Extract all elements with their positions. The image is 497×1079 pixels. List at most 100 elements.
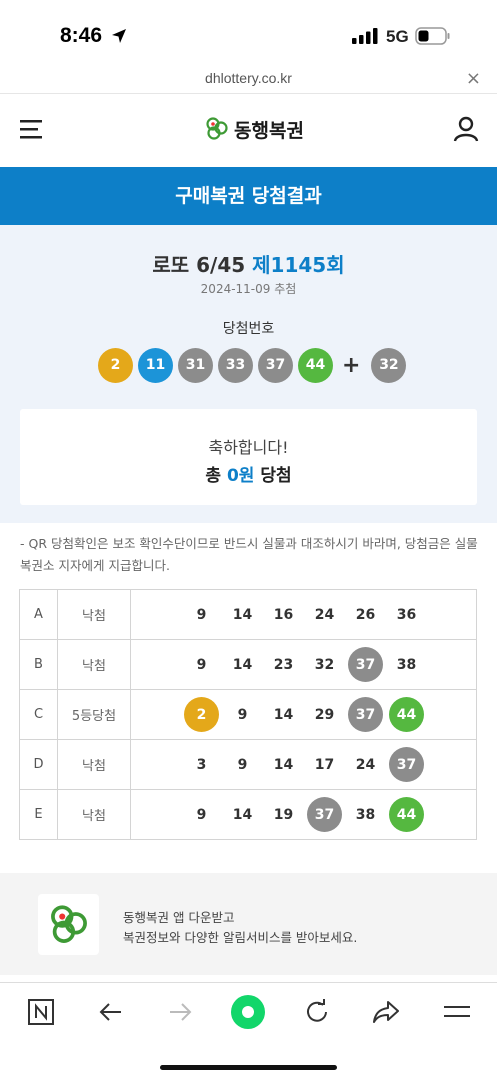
ticket-row: B 낙첨 9 14 23 32 37 38 [19, 639, 477, 690]
ticket-number: 38 [355, 806, 376, 823]
ticket-number: 24 [355, 756, 376, 773]
total-amount: 0원 [226, 466, 255, 486]
location-arrow-icon [112, 29, 126, 43]
home-indicator[interactable] [160, 1065, 337, 1070]
home-green-icon[interactable] [230, 994, 266, 1030]
ticket-number: 14 [232, 606, 253, 623]
total-suffix: 당첨 [260, 466, 292, 486]
app-icon[interactable] [38, 894, 99, 955]
close-icon[interactable]: × [466, 68, 481, 89]
ticket-number: 9 [237, 756, 248, 773]
winning-numbers-label: 당첨번호 [222, 321, 275, 337]
ticket-number: 9 [196, 806, 207, 823]
app-download-banner[interactable]: 동행복권 앱 다운받고 복권정보와 다양한 알림서비스를 받아보세요. [0, 873, 497, 975]
ticket-game-label: E [19, 789, 58, 840]
plus-sign: + [342, 352, 361, 378]
ticket-row: A 낙첨 9 14 16 24 26 36 [19, 589, 477, 640]
ticket-number-matched: 2 [184, 697, 219, 732]
ticket-number: 3 [196, 756, 207, 773]
clover-logo-icon [206, 117, 228, 140]
ticket-number: 9 [196, 656, 207, 673]
ticket-number: 38 [396, 656, 417, 673]
ticket-number: 14 [232, 656, 253, 673]
winning-ball: 11 [138, 347, 173, 383]
site-logo[interactable]: 동행복권 [204, 114, 304, 144]
ticket-number: 16 [273, 606, 294, 623]
ticket-number: 14 [232, 806, 253, 823]
ticket-result: 낙첨 [57, 639, 131, 690]
clover-logo-icon [50, 904, 87, 943]
network-type: 5G [386, 27, 409, 46]
back-arrow-icon[interactable] [96, 997, 126, 1027]
ticket-numbers-cell: 9 14 23 32 37 38 [130, 639, 477, 690]
ticket-table: A 낙첨 9 14 16 24 26 36 B 낙첨 9 14 23 32 37 38 C 5등당첨 2 9 14 29 3… [19, 589, 477, 840]
ticket-numbers-cell: 9 14 16 24 26 36 [130, 589, 477, 640]
congrats-text: 축하합니다! [208, 438, 289, 457]
ticket-game-label: B [19, 639, 58, 690]
ticket-number-matched: 37 [348, 697, 383, 732]
ticket-number: 23 [273, 656, 294, 673]
logo-text: 동행복권 [234, 119, 304, 142]
bonus-ball: 32 [371, 347, 407, 383]
ticket-row: D 낙첨 3 9 14 17 24 37 [19, 739, 477, 790]
ticket-number: 9 [237, 706, 248, 723]
ticket-numbers-cell: 9 14 19 37 38 44 [130, 789, 477, 840]
result-summary-card: 축하합니다! 총 0원 당첨 [20, 409, 477, 505]
ticket-row: C 5등당첨 2 9 14 29 37 44 [19, 689, 477, 740]
ticket-number: 32 [314, 656, 335, 673]
total-prefix: 총 [205, 466, 222, 486]
menu-icon[interactable] [442, 997, 472, 1027]
draw-title: 로또 6/45 제1145회 [0, 249, 497, 278]
ticket-number: 14 [273, 756, 294, 773]
ticket-number: 26 [355, 606, 376, 623]
site-header: 동행복권 [0, 94, 497, 166]
url-text[interactable]: dhlottery.co.kr [0, 70, 497, 86]
draw-date: 2024-11-09 추첨 [200, 282, 297, 296]
winning-ball: 37 [258, 347, 293, 383]
refresh-icon[interactable] [302, 997, 332, 1027]
ticket-game-label: D [19, 739, 58, 790]
status-time: 8:46 [60, 24, 103, 47]
app-banner-line1: 동행복권 앱 다운받고 [123, 910, 235, 925]
user-icon[interactable] [453, 116, 479, 142]
winning-ball: 33 [218, 347, 253, 383]
ticket-numbers-cell: 2 9 14 29 37 44 [130, 689, 477, 740]
ticket-number: 19 [273, 806, 294, 823]
total-winnings: 총 0원 당첨 [20, 461, 477, 486]
ticket-number-matched: 44 [389, 797, 424, 832]
page-title: 구매복권 당첨결과 [0, 167, 497, 225]
ticket-game-label: C [19, 689, 58, 740]
ticket-result: 낙첨 [57, 789, 131, 840]
share-icon[interactable] [371, 997, 401, 1027]
winning-ball: 44 [298, 347, 333, 383]
ticket-number-matched: 37 [307, 797, 342, 832]
ticket-row: E 낙첨 9 14 19 37 38 44 [19, 789, 477, 840]
ticket-number-matched: 37 [348, 647, 383, 682]
ticket-number: 9 [196, 606, 207, 623]
winning-ball: 31 [178, 347, 213, 383]
forward-arrow-icon[interactable] [165, 997, 195, 1027]
ticket-result: 낙첨 [57, 589, 131, 640]
browser-url-bar[interactable]: dhlottery.co.kr × [0, 66, 497, 94]
ticket-number: 14 [273, 706, 294, 723]
ticket-result: 낙첨 [57, 739, 131, 790]
ticket-number: 29 [314, 706, 335, 723]
ticket-number: 17 [314, 756, 335, 773]
app-banner-line2: 복권정보와 다양한 알림서비스를 받아보세요. [123, 930, 358, 945]
game-name: 로또 6/45 [152, 253, 246, 277]
naver-n-icon[interactable] [26, 997, 56, 1027]
draw-round: 제1145회 [252, 253, 345, 277]
ticket-result: 5등당첨 [57, 689, 131, 740]
ticket-number: 36 [396, 606, 417, 623]
battery-icon [415, 27, 450, 45]
qr-notice: - QR 당첨확인은 보조 확인수단이므로 반드시 실물과 대조하시기 바라며,… [20, 536, 478, 573]
ticket-game-label: A [19, 589, 58, 640]
hamburger-menu-icon[interactable] [20, 119, 44, 139]
ticket-number-matched: 37 [389, 747, 424, 782]
browser-toolbar [0, 982, 497, 1042]
winning-ball: 2 [98, 347, 133, 383]
ticket-number-matched: 44 [389, 697, 424, 732]
ticket-number: 24 [314, 606, 335, 623]
ticket-numbers-cell: 3 9 14 17 24 37 [130, 739, 477, 790]
winning-numbers: 2 11 31 33 37 44 + 32 [98, 347, 411, 383]
